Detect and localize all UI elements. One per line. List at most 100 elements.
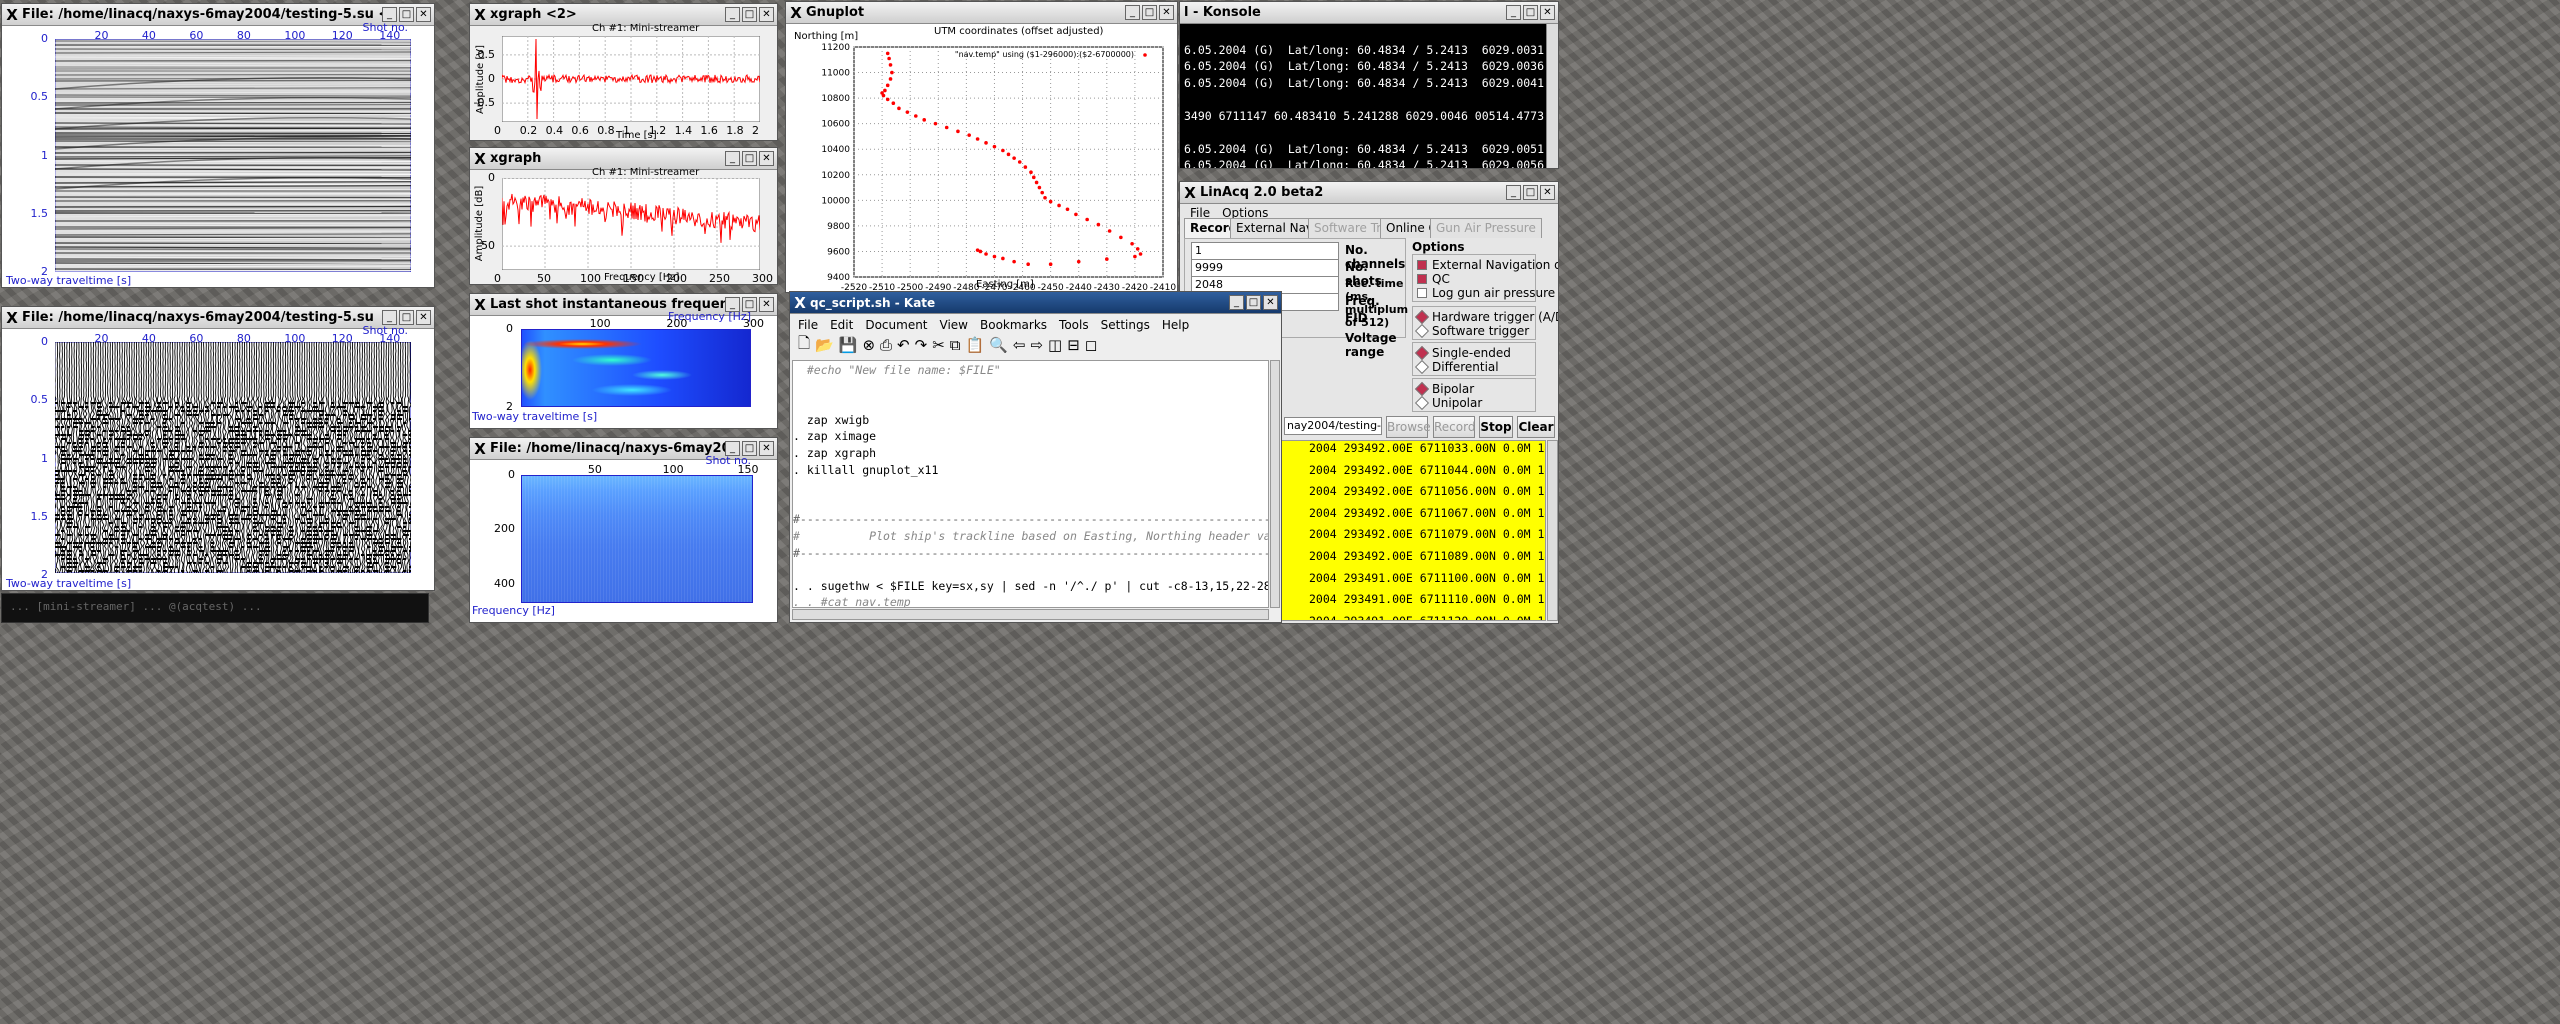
redo-icon[interactable]: ↷	[915, 336, 928, 354]
minimize-button[interactable]: _	[382, 7, 397, 22]
close-button[interactable]: ✕	[1540, 5, 1555, 20]
y-tick-label: 11200	[821, 43, 850, 53]
new-file-icon[interactable]: 🗋	[798, 333, 810, 358]
maximize-button[interactable]: □	[1523, 5, 1538, 20]
split-horizontal-icon[interactable]: ⊟	[1067, 336, 1080, 354]
close-button[interactable]: ✕	[759, 441, 774, 456]
maximize-button[interactable]: □	[742, 151, 757, 166]
log-gun-air-checkbox[interactable]: Log gun air pressure	[1417, 286, 1555, 300]
maximize-button[interactable]: □	[399, 310, 414, 325]
close-button[interactable]: ✕	[1263, 295, 1278, 310]
title-bar[interactable]: l - Konsole _ □ ✕	[1180, 2, 1558, 24]
code-editor[interactable]: #echo "New file name: $FILE" zap xwigb . …	[792, 360, 1269, 608]
kate-window[interactable]: Xqc_script.sh - Kate _ □ ✕ File Edit Document…	[789, 291, 1282, 623]
gnuplot-window[interactable]: X Gnuplot _ □ ✕ UTM coordinates (offset adju…	[785, 1, 1178, 293]
qc-checkbox[interactable]: QC	[1417, 272, 1450, 286]
output-file-field[interactable]: nay2004/testing-5.su	[1284, 417, 1382, 435]
gabor-spectrogram-window[interactable]: XLast shot instantaneous frequency (Gabo…	[469, 293, 778, 429]
maximize-button[interactable]: □	[1523, 185, 1538, 200]
data-point	[933, 121, 938, 126]
print-icon[interactable]: ⎙	[880, 336, 892, 354]
menu-edit[interactable]: Edit	[830, 318, 853, 332]
menu-tools[interactable]: Tools	[1059, 318, 1089, 332]
external-nav-checkbox[interactable]: External Navigation data	[1417, 258, 1558, 272]
menu-settings[interactable]: Settings	[1101, 318, 1150, 332]
save-icon[interactable]: 💾	[839, 336, 858, 354]
close-button[interactable]: ✕	[759, 297, 774, 312]
paste-icon[interactable]: 📋	[965, 336, 984, 354]
minimize-button[interactable]: _	[1125, 5, 1140, 20]
forward-icon[interactable]: ⇨	[1030, 336, 1043, 354]
seismic-window-top[interactable]: X File: /home/linacq/naxys-6may2004/testi…	[1, 3, 435, 288]
seismic-wiggle-plot[interactable]	[55, 342, 411, 573]
tab-gun-air-pressure[interactable]: Gun Air Pressure	[1430, 218, 1542, 238]
menu-file[interactable]: File	[798, 318, 818, 332]
minimize-button[interactable]: _	[725, 7, 740, 22]
data-point	[1130, 241, 1134, 246]
menu-view[interactable]: View	[940, 318, 968, 332]
close-view-icon[interactable]: ◻	[1085, 336, 1097, 354]
x-logo-icon: X	[790, 3, 802, 22]
data-point	[1001, 148, 1005, 153]
single-ended-radio[interactable]: Single-ended	[1414, 345, 1511, 361]
stop-button[interactable]: Stop	[1479, 416, 1513, 438]
close-button[interactable]: ✕	[1540, 185, 1555, 200]
terminal-strip[interactable]: ... [mini-streamer] ... @(acqtest) ...	[1, 593, 429, 623]
close-button[interactable]: ✕	[416, 7, 431, 22]
xgraph-spectrum-window[interactable]: Xxgraph _ □ ✕ Ch #1: Mini-streamer 0 -50 0 50…	[469, 147, 778, 285]
title-bar[interactable]: X Gnuplot _ □ ✕	[786, 2, 1177, 24]
unipolar-radio[interactable]: Unipolar	[1414, 395, 1482, 411]
find-icon[interactable]: 🔍	[989, 336, 1008, 354]
close-button[interactable]: ✕	[759, 151, 774, 166]
editor-vscrollbar[interactable]	[1270, 360, 1280, 608]
x-logo-icon: X	[1184, 183, 1196, 202]
record-button[interactable]: Record	[1433, 416, 1475, 438]
konsole-window[interactable]: l - Konsole _ □ ✕ 6.05.2004 (G) Lat/long: 6…	[1179, 1, 1559, 169]
menu-help[interactable]: Help	[1162, 318, 1189, 332]
seismic-window-bottom[interactable]: X File: /home/linacq/naxys-6may2004/testi…	[1, 306, 435, 591]
code-line: #---------------------------------------…	[793, 545, 1268, 560]
close-button[interactable]: ✕	[1159, 5, 1174, 20]
minimize-button[interactable]: _	[1229, 295, 1244, 310]
undo-icon[interactable]: ↶	[897, 336, 910, 354]
maximize-button[interactable]: □	[399, 7, 414, 22]
minimize-button[interactable]: _	[725, 151, 740, 166]
log-scrollbar[interactable]	[1547, 440, 1558, 621]
seismic-wiggle-plot[interactable]	[55, 39, 411, 272]
trackline-scatter-plot[interactable]: -2520 -2510 -2500 -2490 -2480 -2470 -2460 -2450…	[786, 24, 1178, 293]
menu-document[interactable]: Document	[865, 318, 927, 332]
maximize-button[interactable]: □	[1246, 295, 1261, 310]
close-file-icon[interactable]: ⊗	[862, 336, 875, 354]
title-bar[interactable]: Xqc_script.sh - Kate _ □ ✕	[790, 292, 1281, 314]
copy-icon[interactable]: ⧉	[950, 336, 961, 354]
editor-hscrollbar[interactable]	[792, 609, 1269, 620]
spectrogram-image[interactable]	[521, 475, 753, 603]
spectrogram-image[interactable]	[521, 329, 751, 407]
data-point	[885, 83, 890, 88]
clear-button[interactable]: Clear	[1517, 416, 1555, 438]
data-point	[891, 101, 896, 106]
xgraph-time-window[interactable]: Xxgraph <2> _ □ ✕ Ch #1: Mini-streamer 0.5 0…	[469, 3, 778, 141]
back-icon[interactable]: ⇦	[1013, 336, 1026, 354]
title-bar[interactable]: X LinAcq 2.0 beta2 _ □ ✕	[1180, 182, 1558, 204]
konsole-scrollbar[interactable]	[1546, 24, 1558, 168]
close-button[interactable]: ✕	[759, 7, 774, 22]
no-shots-field[interactable]: 9999	[1191, 259, 1339, 277]
split-vertical-icon[interactable]: ◫	[1048, 336, 1062, 354]
browse-button[interactable]: Browse	[1386, 416, 1431, 438]
cut-icon[interactable]: ✂	[932, 336, 945, 354]
bipolar-radio[interactable]: Bipolar	[1414, 381, 1474, 397]
frequency-spectrogram-window[interactable]: X File: /home/linacq/naxys-6may2004/testi…	[469, 437, 778, 623]
menu-bookmarks[interactable]: Bookmarks	[980, 318, 1047, 332]
software-trigger-radio[interactable]: Software trigger	[1414, 323, 1529, 339]
no-channels-field[interactable]: 1	[1191, 242, 1339, 260]
maximize-button[interactable]: □	[1142, 5, 1157, 20]
minimize-button[interactable]: _	[382, 310, 397, 325]
differential-radio[interactable]: Differential	[1414, 359, 1499, 375]
maximize-button[interactable]: □	[742, 7, 757, 22]
minimize-button[interactable]: _	[1506, 5, 1521, 20]
hardware-trigger-radio[interactable]: Hardware trigger (A/D card)	[1414, 309, 1558, 325]
minimize-button[interactable]: _	[1506, 185, 1521, 200]
open-file-icon[interactable]: 📂	[815, 336, 834, 354]
close-button[interactable]: ✕	[416, 310, 431, 325]
